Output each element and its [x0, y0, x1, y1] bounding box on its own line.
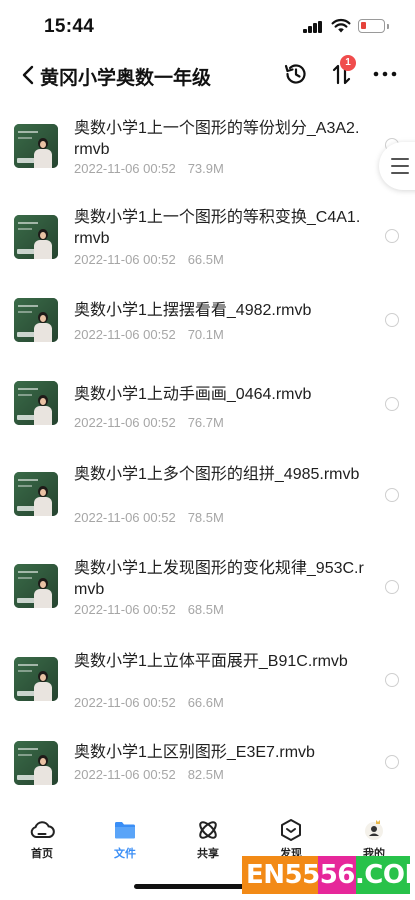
file-name: 奥数小学1上区别图形_E3E7.rmvb	[74, 744, 315, 761]
file-size: 68.5M	[187, 602, 224, 617]
file-meta: 2022-11-06 00:52 73.9M	[74, 161, 224, 176]
file-item[interactable]: 奥数小学1上发现图形的变化规律_953C.rmvb 2022-11-06 00:…	[0, 548, 415, 638]
discover-icon	[281, 819, 301, 841]
wifi-icon	[331, 18, 351, 33]
file-size: 82.5M	[187, 767, 224, 782]
file-size: 78.5M	[187, 510, 224, 525]
select-radio[interactable]	[385, 580, 399, 594]
tab-label: 共享	[197, 848, 219, 860]
file-date: 2022-11-06 00:52	[74, 415, 176, 430]
select-radio[interactable]	[385, 313, 399, 327]
status-bar: 15:44	[0, 0, 415, 50]
file-name: 奥数小学1上立体平面展开_B91C.rmvb	[74, 653, 348, 670]
history-icon[interactable]	[283, 61, 309, 87]
tab-label: 首页	[31, 848, 53, 860]
video-thumbnail	[14, 657, 58, 701]
cloud-icon	[30, 821, 55, 839]
tab-files[interactable]: 文件	[95, 817, 155, 867]
file-date: 2022-11-06 00:52	[74, 602, 176, 617]
file-item[interactable]: 奥数小学1上一个图形的等份划分_A3A2.rmvb 2022-11-06 00:…	[0, 98, 415, 188]
video-thumbnail	[14, 564, 58, 608]
video-thumbnail	[14, 298, 58, 342]
file-size: 76.7M	[187, 415, 224, 430]
signal-icon	[303, 21, 323, 33]
video-thumbnail	[14, 741, 58, 785]
file-size: 70.1M	[187, 327, 224, 342]
tab-home[interactable]: 首页	[12, 817, 72, 867]
select-radio[interactable]	[385, 229, 399, 243]
video-thumbnail	[14, 472, 58, 516]
watermark-text: EN5556.COM	[246, 860, 410, 890]
video-thumbnail	[14, 215, 58, 259]
video-thumbnail	[14, 124, 58, 168]
share-icon	[199, 821, 217, 839]
file-meta: 2022-11-06 00:52 66.6M	[74, 695, 224, 710]
file-item[interactable]: 奥数小学1上立体平面展开_B91C.rmvb 2022-11-06 00:52 6…	[0, 641, 415, 731]
watermark: EN5556.COM	[242, 856, 410, 894]
file-name: 奥数小学1上摆摆看看_4982.rmvb	[74, 302, 312, 319]
video-thumbnail	[14, 381, 58, 425]
file-date: 2022-11-06 00:52	[74, 327, 176, 342]
file-name: 奥数小学1上多个图形的组拼_4985.rmvb	[74, 466, 360, 483]
file-meta: 2022-11-06 00:52 68.5M	[74, 602, 224, 617]
battery-icon	[358, 19, 385, 33]
file-size: 66.6M	[187, 695, 224, 710]
file-size: 66.5M	[187, 252, 224, 267]
file-date: 2022-11-06 00:52	[74, 695, 176, 710]
file-name: 奥数小学1上发现图形的变化规律_953C.rmvb	[74, 560, 364, 598]
file-date: 2022-11-06 00:52	[74, 252, 176, 267]
file-name: 奥数小学1上一个图形的等份划分_A3A2.rmvb	[74, 120, 360, 158]
battery-cap	[387, 24, 389, 29]
file-meta: 2022-11-06 00:52 66.5M	[74, 252, 224, 267]
file-meta: 2022-11-06 00:52 82.5M	[74, 767, 224, 782]
file-item[interactable]: 奥数小学1上动手画画_0464.rmvb 2022-11-06 00:52 76.…	[0, 366, 415, 456]
select-radio[interactable]	[385, 673, 399, 687]
file-date: 2022-11-06 00:52	[74, 767, 176, 782]
file-item[interactable]: 奥数小学1上一个图形的等积变换_C4A1.rmvb 2022-11-06 00:…	[0, 189, 415, 279]
folder-icon	[115, 822, 135, 839]
select-radio[interactable]	[385, 397, 399, 411]
file-date: 2022-11-06 00:52	[74, 510, 176, 525]
back-icon[interactable]	[18, 62, 40, 88]
file-date: 2022-11-06 00:52	[74, 161, 176, 176]
file-name: 奥数小学1上一个图形的等积变换_C4A1.rmvb	[74, 209, 361, 247]
file-name: 奥数小学1上动手画画_0464.rmvb	[74, 386, 312, 403]
tab-share[interactable]: 共享	[178, 817, 238, 867]
file-meta: 2022-11-06 00:52 76.7M	[74, 415, 224, 430]
file-item[interactable]: 奥数小学1上摆摆看看_4982.rmvb 2022-11-06 00:52 70.…	[0, 281, 415, 371]
file-item[interactable]: 奥数小学1上多个图形的组拼_4985.rmvb 2022-11-06 00:52…	[0, 455, 415, 545]
page-title: 黄冈小学奥数一年级	[40, 68, 212, 89]
file-meta: 2022-11-06 00:52 70.1M	[74, 327, 224, 342]
select-radio[interactable]	[385, 755, 399, 769]
more-icon[interactable]	[371, 61, 399, 87]
sort-badge: 1	[340, 55, 356, 71]
profile-icon	[365, 820, 383, 840]
tab-label: 文件	[114, 848, 136, 860]
file-list: 奥数小学1上一个图形的等份划分_A3A2.rmvb 2022-11-06 00:…	[0, 98, 415, 800]
nav-bar: 黄冈小学奥数一年级 1	[0, 52, 415, 98]
select-radio[interactable]	[385, 488, 399, 502]
status-time: 15:44	[44, 16, 95, 37]
file-item[interactable]: 奥数小学1上区别图形_E3E7.rmvb 2022-11-06 00:52 82.…	[0, 732, 415, 800]
file-size: 73.9M	[187, 161, 224, 176]
file-meta: 2022-11-06 00:52 78.5M	[74, 510, 224, 525]
